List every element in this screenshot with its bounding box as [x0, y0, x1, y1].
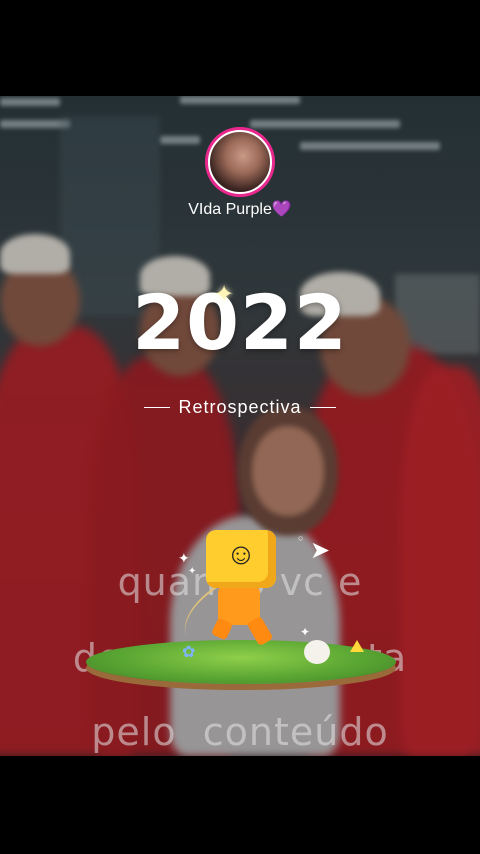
sparkle-icon: ✦: [214, 281, 235, 308]
app-screen: quando vc e dora sta pelo conteúdo VIda …: [0, 0, 480, 854]
retrospective-label: Retrospectiva: [178, 397, 302, 417]
purple-heart-icon: 💜: [271, 201, 292, 218]
retrospective-label-row: Retrospectiva: [0, 397, 480, 418]
profile-avatar[interactable]: [205, 127, 275, 197]
divider-right: [309, 407, 336, 408]
retrospective-year: 2022: [132, 278, 348, 367]
video-caption-line-1: quando vc e: [117, 560, 363, 604]
avatar-photo: [208, 130, 272, 194]
username-text: VIda Purple: [188, 201, 272, 218]
video-caption-line-2: dora sta: [72, 636, 408, 680]
profile-username[interactable]: VIda Purple💜: [0, 199, 480, 219]
divider-left: [144, 407, 171, 408]
video-caption-line-3: pelo conteúdo: [91, 710, 389, 754]
